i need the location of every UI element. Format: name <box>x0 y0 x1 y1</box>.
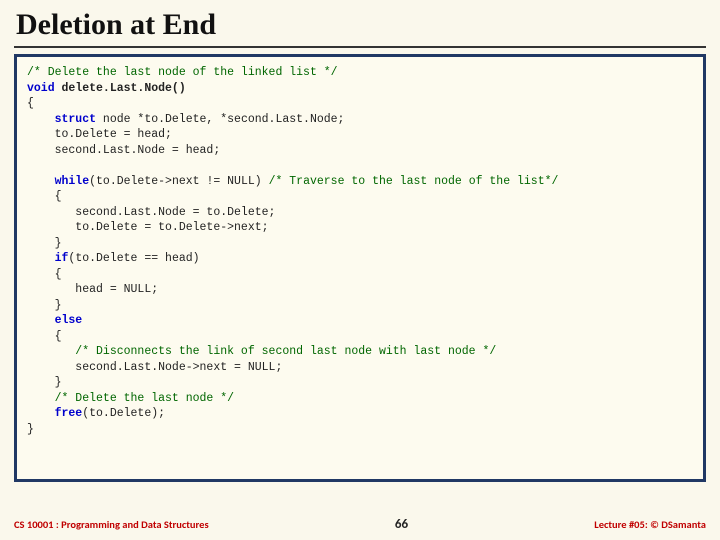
code-line: to.Delete = head; <box>27 128 172 141</box>
code-line: } <box>27 423 34 436</box>
code-comment: /* Delete the last node */ <box>27 392 234 405</box>
code-line: to.Delete = to.Delete->next; <box>27 221 269 234</box>
code-text: (to.Delete); <box>82 407 165 420</box>
code-line: { <box>27 190 62 203</box>
code-text: (to.Delete == head) <box>68 252 199 265</box>
code-line: { <box>27 268 62 281</box>
code-kw: struct <box>27 113 96 126</box>
code-kw: free <box>27 407 82 420</box>
slide-title: Deletion at End <box>14 6 706 44</box>
code-text: (to.Delete->next != NULL) <box>89 175 268 188</box>
code-line: } <box>27 237 62 250</box>
code-comment: /* Traverse to the last node of the list… <box>269 175 559 188</box>
code-line: /* Delete the last node of the linked li… <box>27 66 338 79</box>
code-kw: else <box>27 314 82 327</box>
code-line: { <box>27 330 62 343</box>
code-line: second.Last.Node = head; <box>27 144 220 157</box>
code-line: head = NULL; <box>27 283 158 296</box>
footer-credit: Lecture #05: © DSamanta <box>594 518 706 531</box>
code-text: delete.Last.Node() <box>55 82 186 95</box>
footer: CS 10001 : Programming and Data Structur… <box>14 517 706 532</box>
code-comment: /* Disconnects the link of second last n… <box>27 345 496 358</box>
code-kw: if <box>27 252 68 265</box>
code-text: node *to.Delete, *second.Last.Node; <box>96 113 344 126</box>
title-wrap: Deletion at End <box>14 6 706 48</box>
code-line: second.Last.Node = to.Delete; <box>27 206 275 219</box>
slide: Deletion at End /* Delete the last node … <box>0 0 720 540</box>
code-line: } <box>27 376 62 389</box>
page-number: 66 <box>395 517 408 532</box>
code-line: } <box>27 299 62 312</box>
code-kw: void <box>27 82 55 95</box>
code-line: second.Last.Node->next = NULL; <box>27 361 282 374</box>
code-kw: while <box>27 175 89 188</box>
code-line: { <box>27 97 34 110</box>
footer-course: CS 10001 : Programming and Data Structur… <box>14 518 209 531</box>
code-block: /* Delete the last node of the linked li… <box>14 54 706 482</box>
